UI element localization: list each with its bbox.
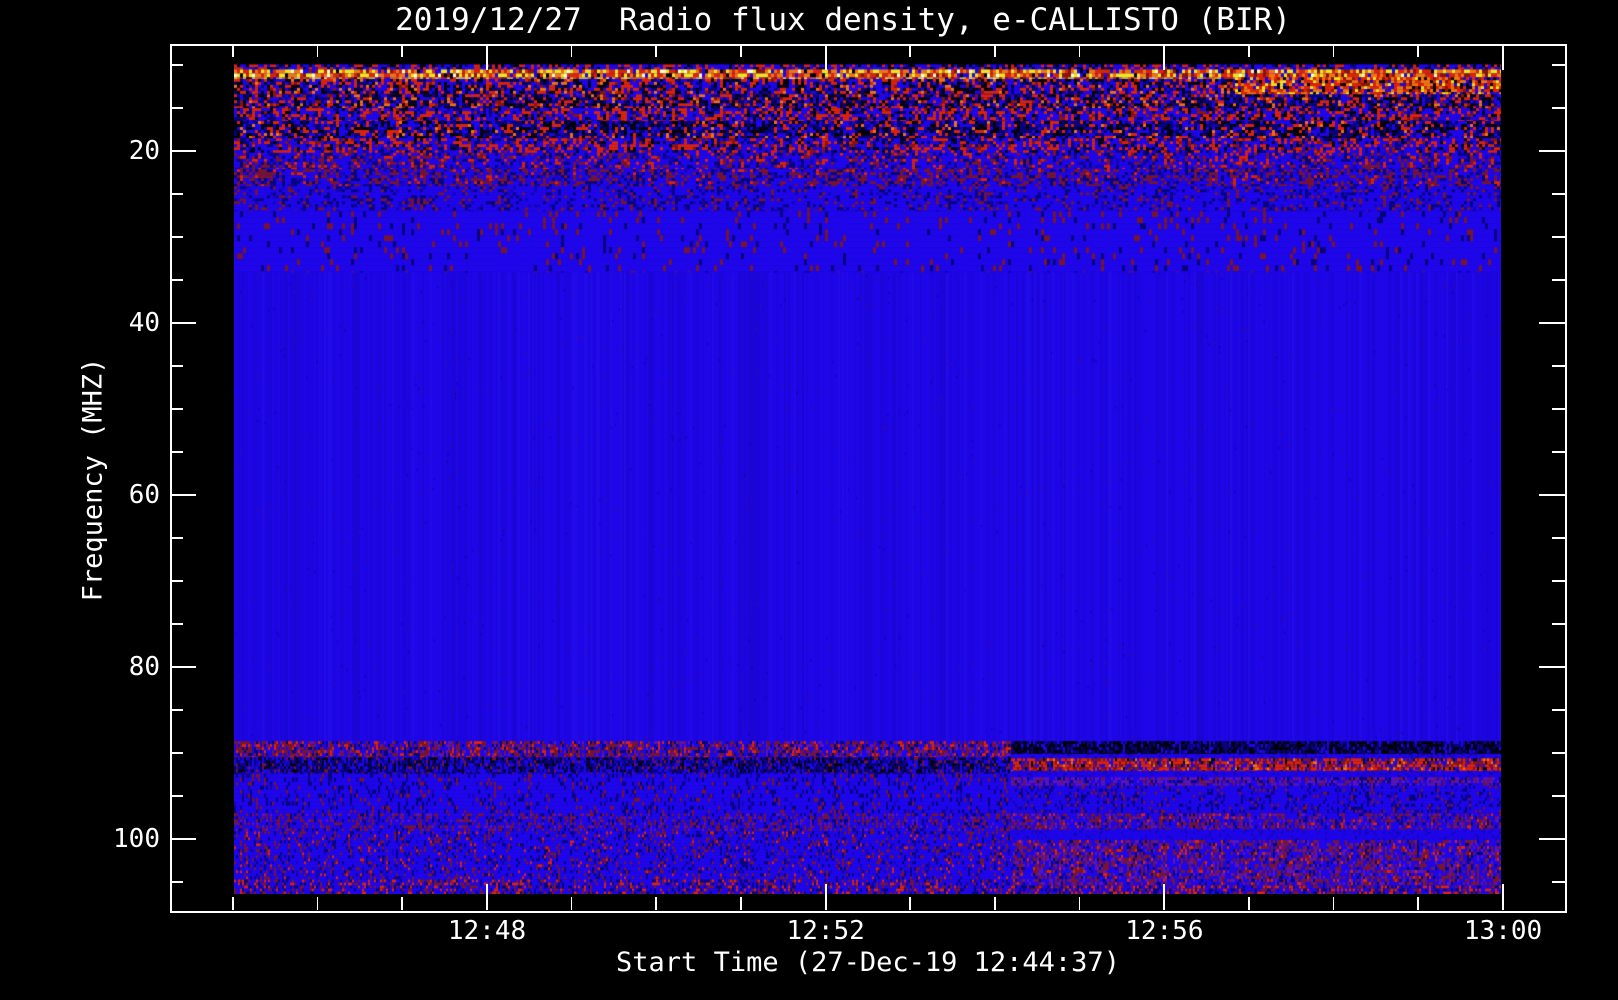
x-axis-minor-tick [1078,897,1081,910]
y-axis-minor-tick [170,709,183,711]
y-axis-minor-tick [170,881,183,883]
y-axis-minor-tick [170,580,183,582]
y-axis-right-minor-tick [1552,107,1565,109]
x-axis-top-major-tick [1163,44,1166,70]
y-axis-minor-tick [170,193,183,195]
x-axis-minor-tick [1248,897,1250,910]
y-axis-major-tick [170,322,196,324]
chart-title: 2019/12/27 Radio flux density, e-CALLIST… [395,2,1291,38]
y-axis-minor-tick [170,64,183,66]
y-axis-right-major-tick [1539,322,1565,324]
plot-area [170,44,1567,913]
x-axis-top-major-tick [1502,44,1505,70]
y-axis-minor-tick [170,107,183,109]
y-tick-label: 40 [128,308,160,338]
x-axis-minor-tick [1332,897,1335,910]
x-axis-major-tick [824,884,827,910]
x-tick-label: 12:56 [1125,916,1204,946]
y-axis-right-minor-tick [1552,408,1565,410]
x-axis-minor-tick [316,897,319,910]
y-axis-right-minor-tick [1552,795,1565,797]
y-axis-major-tick [170,150,196,152]
x-axis-major-tick [1163,884,1166,910]
x-axis-minor-tick [909,897,911,910]
y-axis-right-minor-tick [1552,236,1565,238]
x-axis-top-minor-tick [740,44,742,57]
y-axis-right-minor-tick [1552,64,1565,66]
x-axis-top-minor-tick [1332,44,1335,57]
y-axis-right-minor-tick [1552,193,1565,195]
x-axis-minor-tick [401,897,403,910]
y-axis-right-minor-tick [1552,623,1565,625]
x-axis-major-tick [486,884,488,910]
x-axis-minor-tick [570,897,573,910]
y-axis-right-minor-tick [1552,881,1565,883]
y-axis-right-major-tick [1539,494,1565,496]
x-axis-minor-tick [1417,897,1419,910]
y-axis-right-minor-tick [1552,451,1565,453]
x-tick-label: 13:00 [1463,916,1543,946]
y-axis-major-tick [170,666,196,668]
y-tick-label: 80 [128,652,160,682]
y-axis-right-minor-tick [1552,709,1565,711]
x-axis-top-minor-tick [570,44,573,57]
x-axis-top-minor-tick [994,44,996,57]
y-axis-minor-tick [170,236,183,238]
x-axis-top-minor-tick [1248,44,1250,57]
y-axis-minor-tick [170,752,183,754]
y-tick-label: 60 [128,480,160,510]
y-axis-right-minor-tick [1552,537,1565,539]
x-axis-minor-tick [740,897,742,910]
y-axis-major-tick [170,494,196,496]
x-axis-minor-tick [655,897,657,910]
x-axis-top-minor-tick [909,44,911,57]
y-axis-right-major-tick [1539,150,1565,152]
y-tick-label: 20 [128,136,160,166]
x-axis-minor-tick [232,897,234,910]
x-tick-label: 12:52 [786,916,865,946]
y-axis-minor-tick [170,279,183,281]
y-axis-right-major-tick [1539,838,1565,840]
y-tick-label: 100 [113,824,160,854]
x-axis-top-minor-tick [316,44,319,57]
y-axis-major-tick [170,838,196,840]
x-axis-top-minor-tick [232,44,234,57]
x-axis-minor-tick [994,897,996,910]
y-axis-right-major-tick [1539,666,1565,668]
y-axis-minor-tick [170,365,183,367]
spectrogram-figure: 2019/12/27 Radio flux density, e-CALLIST… [0,0,1618,1000]
x-tick-label: 12:48 [447,916,527,946]
x-axis-top-minor-tick [1078,44,1081,57]
y-axis-right-minor-tick [1552,365,1565,367]
x-axis-top-major-tick [486,44,488,70]
x-axis-major-tick [1502,884,1505,910]
spectrogram-canvas [234,46,1501,894]
y-axis-right-minor-tick [1552,580,1565,582]
y-axis-minor-tick [170,623,183,625]
y-axis-minor-tick [170,451,183,453]
x-axis-title: Start Time (27-Dec-19 12:44:37) [616,947,1120,978]
x-axis-top-minor-tick [1417,44,1419,57]
y-axis-right-minor-tick [1552,752,1565,754]
y-axis-minor-tick [170,795,183,797]
y-axis-minor-tick [170,408,183,410]
x-axis-top-minor-tick [401,44,403,57]
y-axis-right-minor-tick [1552,279,1565,281]
y-axis-minor-tick [170,537,183,539]
x-axis-top-major-tick [824,44,827,70]
x-axis-top-minor-tick [655,44,657,57]
